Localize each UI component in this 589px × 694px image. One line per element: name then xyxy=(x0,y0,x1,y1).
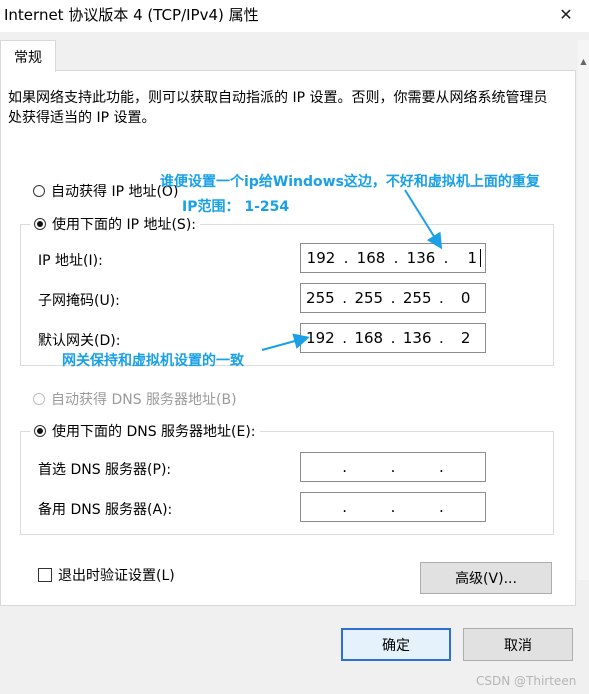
arrow-to-gateway xyxy=(261,333,310,351)
watermark-text: CSDN @Thirteen xyxy=(476,674,577,688)
arrow-to-ip-octet xyxy=(404,189,443,250)
tab-general[interactable]: 常规 xyxy=(0,40,56,72)
annotation-arrows xyxy=(261,189,443,351)
